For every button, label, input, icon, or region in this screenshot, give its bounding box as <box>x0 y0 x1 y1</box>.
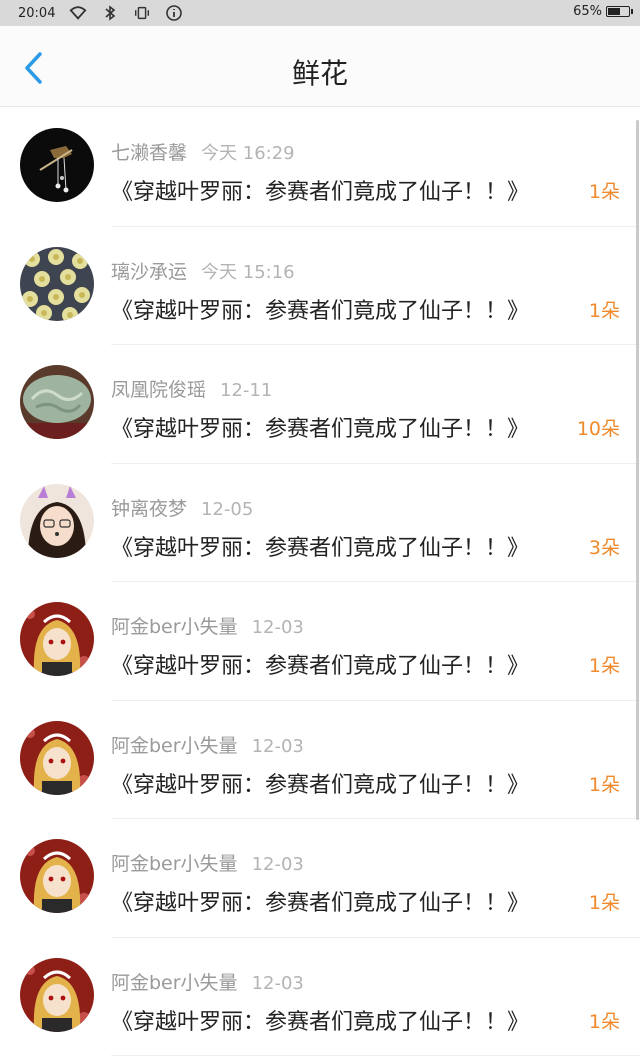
wifi-icon <box>69 4 87 22</box>
avatar[interactable] <box>20 958 94 1032</box>
sent-time: 12-11 <box>220 380 272 401</box>
vibrate-icon <box>133 4 151 22</box>
book-title: 《穿越叶罗丽：参赛者们竟成了仙子！！》 <box>111 411 529 443</box>
avatar[interactable] <box>20 247 94 321</box>
list-item[interactable]: 七濑香馨今天 16:29 《穿越叶罗丽：参赛者们竟成了仙子！！》 1朵 <box>0 108 640 227</box>
page-title: 鲜花 <box>0 52 640 92</box>
sender-meta: 钟离夜梦 12-05 <box>111 494 253 521</box>
sent-time: 12-03 <box>252 854 304 875</box>
book-title: 《穿越叶罗丽：参赛者们竟成了仙子！！》 <box>111 293 529 325</box>
avatar[interactable] <box>20 128 94 202</box>
flower-list: 七濑香馨今天 16:29《穿越叶罗丽：参赛者们竟成了仙子！！》1朵璃沙承运今天 … <box>0 108 640 1056</box>
list-item[interactable]: 钟离夜梦 12-05 《穿越叶罗丽：参赛者们竟成了仙子！！》 3朵 <box>0 464 640 583</box>
flower-count: 1朵 <box>589 1007 620 1034</box>
sender-meta: 阿金ber小失量 12-03 <box>111 612 304 639</box>
book-title: 《穿越叶罗丽：参赛者们竟成了仙子！！》 <box>111 885 529 917</box>
sender-name: 璃沙承运 <box>111 261 187 283</box>
book-title: 《穿越叶罗丽：参赛者们竟成了仙子！！》 <box>111 648 529 680</box>
avatar[interactable] <box>20 602 94 676</box>
status-time: 20:04 <box>18 6 55 21</box>
flower-count: 10朵 <box>577 414 620 441</box>
avatar[interactable] <box>20 484 94 558</box>
avatar[interactable] <box>20 721 94 795</box>
sender-name: 阿金ber小失量 <box>111 853 238 875</box>
list-item[interactable]: 阿金ber小失量 12-03 《穿越叶罗丽：参赛者们竟成了仙子！！》 1朵 <box>0 701 640 820</box>
flower-count: 1朵 <box>589 651 620 678</box>
sender-meta: 阿金ber小失量 12-03 <box>111 849 304 876</box>
sender-name: 钟离夜梦 <box>111 498 187 520</box>
list-item[interactable]: 璃沙承运今天 15:16 《穿越叶罗丽：参赛者们竟成了仙子！！》 1朵 <box>0 227 640 346</box>
list-item[interactable]: 阿金ber小失量 12-03 《穿越叶罗丽：参赛者们竟成了仙子！！》 1朵 <box>0 938 640 1056</box>
flower-count: 1朵 <box>589 177 620 204</box>
flower-count: 1朵 <box>589 770 620 797</box>
flower-count: 3朵 <box>589 533 620 560</box>
sender-meta: 七濑香馨今天 16:29 <box>111 138 295 165</box>
sent-time: 今天 16:29 <box>201 143 295 164</box>
book-title: 《穿越叶罗丽：参赛者们竟成了仙子！！》 <box>111 530 529 562</box>
sender-meta: 璃沙承运今天 15:16 <box>111 257 295 284</box>
nav-bar: 鲜花 <box>0 26 640 107</box>
avatar[interactable] <box>20 839 94 913</box>
sender-meta: 阿金ber小失量 12-03 <box>111 968 304 995</box>
sent-time: 12-03 <box>252 617 304 638</box>
flower-count: 1朵 <box>589 296 620 323</box>
list-item[interactable]: 阿金ber小失量 12-03 《穿越叶罗丽：参赛者们竟成了仙子！！》 1朵 <box>0 582 640 701</box>
info-icon <box>165 4 183 22</box>
sent-time: 今天 15:16 <box>201 262 295 283</box>
list-item[interactable]: 阿金ber小失量 12-03 《穿越叶罗丽：参赛者们竟成了仙子！！》 1朵 <box>0 819 640 938</box>
battery-icon <box>606 6 630 17</box>
bluetooth-icon <box>101 4 119 22</box>
sent-time: 12-05 <box>201 499 253 520</box>
sender-meta: 凤凰院俊瑶 12-11 <box>111 375 272 402</box>
sender-name: 七濑香馨 <box>111 142 187 164</box>
sender-name: 阿金ber小失量 <box>111 616 238 638</box>
book-title: 《穿越叶罗丽：参赛者们竟成了仙子！！》 <box>111 174 529 206</box>
book-title: 《穿越叶罗丽：参赛者们竟成了仙子！！》 <box>111 1004 529 1036</box>
sent-time: 12-03 <box>252 736 304 757</box>
list-item[interactable]: 凤凰院俊瑶 12-11 《穿越叶罗丽：参赛者们竟成了仙子！！》 10朵 <box>0 345 640 464</box>
sender-meta: 阿金ber小失量 12-03 <box>111 731 304 758</box>
scrollbar[interactable] <box>636 120 639 820</box>
battery-percent: 65% <box>573 4 602 19</box>
sender-name: 凤凰院俊瑶 <box>111 379 206 401</box>
flower-count: 1朵 <box>589 888 620 915</box>
sent-time: 12-03 <box>252 973 304 994</box>
sender-name: 阿金ber小失量 <box>111 735 238 757</box>
book-title: 《穿越叶罗丽：参赛者们竟成了仙子！！》 <box>111 767 529 799</box>
sender-name: 阿金ber小失量 <box>111 972 238 994</box>
avatar[interactable] <box>20 365 94 439</box>
status-bar: 20:04 65% <box>0 0 640 26</box>
